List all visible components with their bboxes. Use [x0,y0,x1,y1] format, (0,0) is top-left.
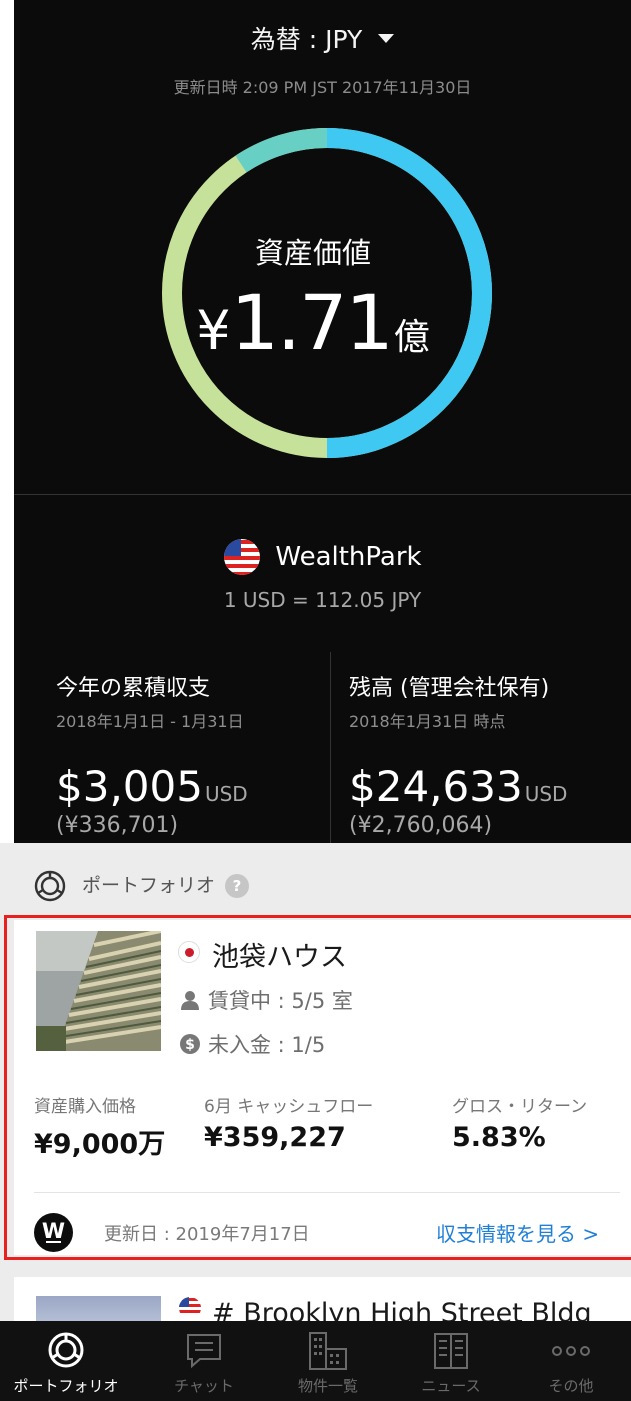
news-icon [434,1333,468,1369]
tab-news[interactable]: ニュース [391,1321,511,1401]
svg-text:$: $ [185,1037,195,1053]
summary-panel: 為替 : JPY 更新日時 2:09 PM JST 2017年11月30日 資産… [14,0,631,843]
balance-jpy: (¥2,760,064) [349,813,493,838]
divider [14,494,631,495]
tab-label[interactable]: チャット [144,1375,264,1396]
jp-flag-icon [178,941,200,963]
asset-value-label: 資産価値 [254,236,371,270]
ytd-jpy: (¥336,701) [56,813,179,838]
balance-period: 2018年1月31日 時点 [349,712,506,731]
asset-value: ¥1.71億 [148,278,478,367]
asset-value-number: 1.71 [230,278,394,367]
tab-label[interactable]: 物件一覧 [268,1375,388,1396]
currency-selector[interactable]: 為替 : JPY [14,20,631,56]
portfolio-header: ポートフォリオ? [34,870,250,902]
balance-amount: $24,633 [349,762,523,811]
portfolio-title: ポートフォリオ [82,874,216,897]
asset-value-unit: 億 [393,317,430,358]
unpaid-status-text: 未入金 : 1/5 [208,1033,326,1057]
ytd-currency: USD [204,782,248,806]
balance-title: 残高 (管理会社保有) [349,676,550,701]
more-icon [552,1346,590,1356]
management-company: WealthPark [14,538,631,576]
us-flag-icon [224,539,261,575]
property-updated-date: 更新日 : 2019年7月17日 [104,1224,310,1245]
gross-return-value: 5.83% [452,1122,546,1153]
building-photo-image [36,931,161,1051]
building-icon [309,1332,347,1370]
tab-chat[interactable]: チャット [144,1321,264,1401]
held-balance-stat: 残高 (管理会社保有) 2018年1月31日 時点 $24,633 USD (¥2… [349,670,631,838]
portfolio-icon [48,1332,84,1368]
management-logo: W [34,1213,73,1252]
ytd-title: 今年の累積収支 [56,676,211,701]
updated-timestamp: 更新日時 2:09 PM JST 2017年11月30日 [173,78,472,97]
cashflow-value: ¥359,227 [204,1122,346,1153]
rental-status: 賃貸中 : 5/5 室 [180,985,353,1015]
dollar-icon: $ [180,1034,200,1054]
exchange-rate: 1 USD = 112.05 JPY [223,588,422,612]
rental-status-text: 賃貸中 : 5/5 室 [208,989,353,1013]
purchase-price-value: ¥9,000万 [34,1129,166,1160]
property-photo [36,931,161,1051]
us-flag-icon [179,1297,201,1319]
ytd-balance-stat: 今年の累積収支 2018年1月1日 - 1月31日 $3,005 USD (¥33… [56,670,346,838]
person-icon [181,991,199,1010]
property-name[interactable]: 池袋ハウス [212,942,347,973]
tab-portfolio[interactable]: ポートフォリオ [6,1321,126,1401]
management-company-name: WealthPark [275,542,422,572]
tab-label[interactable]: その他 [511,1375,631,1396]
balance-currency: USD [524,782,568,806]
ytd-amount: $3,005 [56,762,203,811]
help-icon[interactable]: ? [225,874,250,898]
portfolio-icon [34,870,66,902]
purchase-price-label: 資産購入価格 [34,1097,136,1117]
ytd-period: 2018年1月1日 - 1月31日 [56,712,244,731]
chat-icon [187,1334,221,1369]
ring-segment-teal [235,128,328,173]
unpaid-status: $ 未入金 : 1/5 [180,1029,325,1059]
gross-return-label: グロス・リターン [452,1097,588,1117]
cashflow-label: 6月 キャッシュフロー [204,1097,374,1117]
caret-down-icon[interactable] [378,34,395,43]
property-title[interactable]: 池袋ハウス [178,935,347,974]
view-income-link[interactable]: 収支情報を見る > [436,1218,599,1247]
tab-more[interactable]: その他 [511,1321,631,1401]
tab-label[interactable]: ポートフォリオ [6,1375,126,1396]
tab-label[interactable]: ニュース [391,1375,511,1396]
currency-label[interactable]: 為替 : JPY [251,25,363,54]
asset-value-yen: ¥ [196,299,231,362]
tab-bar: ポートフォリオ チャット 物件一覧 ニュース その他 [0,1321,631,1401]
divider [34,1192,620,1193]
tab-property-list[interactable]: 物件一覧 [268,1321,388,1401]
